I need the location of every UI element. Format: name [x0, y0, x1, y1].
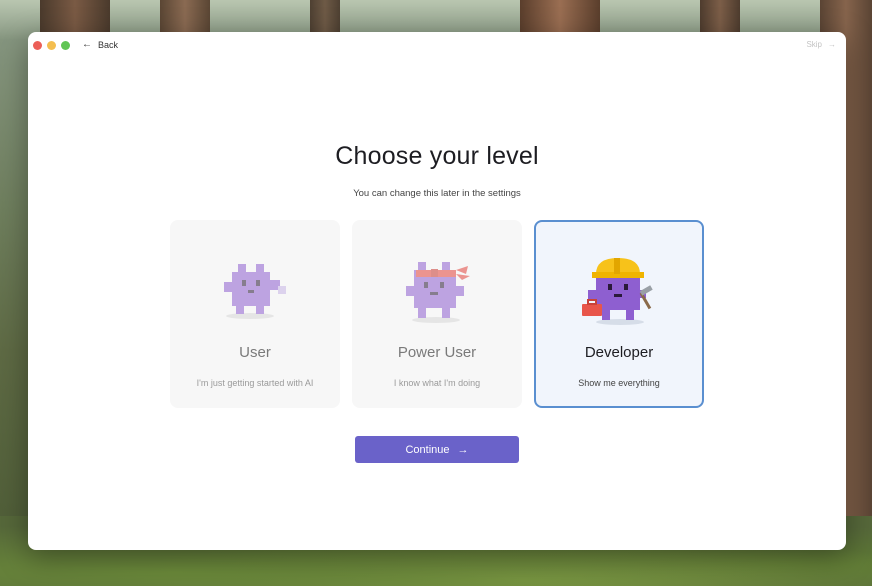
app-window: ← Back Skip → Choose your level You can … — [28, 32, 846, 550]
page-title: Choose your level — [335, 142, 539, 170]
back-label: Back — [98, 39, 119, 50]
purple-creature-hardhat-icon — [582, 258, 653, 325]
minimize-window-button[interactable] — [47, 41, 56, 50]
arrow-right-icon: → — [828, 40, 836, 49]
zoom-window-button[interactable] — [61, 41, 70, 50]
skip-button[interactable]: Skip → — [806, 40, 836, 49]
page-subtitle: You can change this later in the setting… — [353, 188, 521, 199]
arrow-left-icon: ← — [82, 39, 92, 50]
arrow-right-icon: → — [457, 443, 469, 456]
back-button[interactable]: ← Back — [82, 39, 118, 50]
level-description: I know what I'm doing — [393, 378, 481, 388]
continue-button[interactable]: Continue → — [355, 436, 519, 463]
desktop-background: ← Back Skip → Choose your level You can … — [0, 0, 872, 586]
level-name: Developer — [584, 344, 654, 361]
continue-label: Continue — [405, 443, 450, 456]
level-options: User I'm just getting started with AI Po… — [170, 220, 704, 408]
level-name: User — [239, 344, 271, 361]
level-card-user[interactable]: User I'm just getting started with AI — [170, 220, 340, 408]
level-description: Show me everything — [578, 378, 660, 388]
level-card-developer[interactable]: Developer Show me everything — [534, 220, 704, 408]
level-name: Power User — [397, 344, 477, 361]
close-window-button[interactable] — [33, 41, 42, 50]
purple-creature-icon — [224, 264, 286, 319]
level-description: I'm just getting started with AI — [196, 378, 314, 388]
purple-creature-headband-icon — [406, 262, 470, 323]
titlebar: ← Back Skip → — [28, 32, 846, 58]
skip-label: Skip — [806, 40, 822, 49]
level-card-power-user[interactable]: Power User I know what I'm doing — [352, 220, 522, 408]
